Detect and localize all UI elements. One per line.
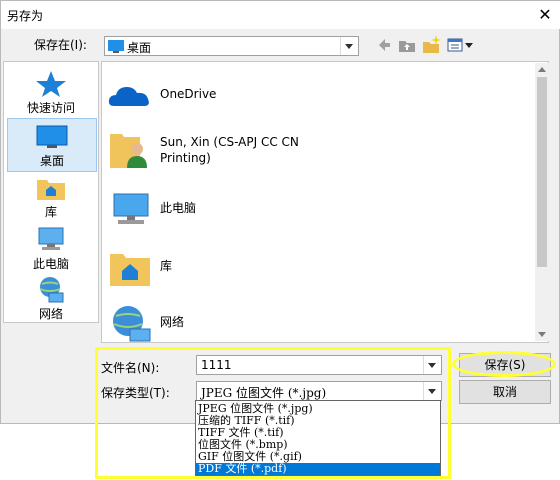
list-item[interactable]: 此电脑 [108,186,408,232]
place-this-pc[interactable]: 此电脑 [7,222,95,274]
window-title: 另存为 [7,9,44,23]
item-label-line1: Sun, Xin (CS-APJ CC CN [160,135,299,149]
item-label-line2: Printing) [160,151,211,165]
item-label: OneDrive [160,87,217,101]
scroll-down-arrow[interactable] [538,332,546,337]
list-item[interactable]: 库 [108,244,408,290]
computer-icon [113,193,149,224]
onedrive-cloud-icon [108,87,149,106]
library-folder-icon [110,254,150,286]
item-label: 此电脑 [160,201,197,215]
place-label: 此电脑 [32,257,69,271]
chevron-down-icon[interactable] [340,37,358,55]
user-folder-icon [110,134,147,168]
desktop-icon [36,125,68,148]
place-label: 桌面 [39,154,64,168]
up-folder-icon[interactable] [398,35,416,55]
star-icon [36,71,66,97]
save-in-value: 桌面 [127,41,152,55]
place-label: 快速访问 [26,101,75,115]
highlight-rectangle [95,347,451,479]
view-menu-icon[interactable] [447,35,475,55]
library-folder-icon [37,180,65,200]
list-item[interactable]: Sun, Xin (CS-APJ CC CN Printing) [108,126,408,180]
highlight-ellipse [452,351,556,377]
places-bar: 快速访问 桌面 库 此电脑 网络 [3,61,99,323]
list-item[interactable]: 网络 [108,300,408,346]
save-in-label: 保存在(I): [34,38,87,52]
scroll-up-arrow[interactable] [538,67,546,72]
place-libraries[interactable]: 库 [7,170,95,222]
file-list: OneDrive Sun, Xin (CS-APJ CC CN Printing… [101,61,549,343]
save-in-dropdown[interactable]: 桌面 [104,36,359,56]
item-label: Sun, Xin (CS-APJ CC CN Printing) [160,134,299,166]
scroll-thumb[interactable] [537,77,547,267]
place-label: 网络 [38,307,63,321]
list-item[interactable]: OneDrive [108,72,408,118]
network-icon [113,306,151,342]
item-label: 网络 [160,315,185,329]
close-icon[interactable]: ✕ [533,4,557,26]
place-label: 库 [44,205,57,219]
place-quick-access[interactable]: 快速访问 [7,66,95,118]
item-label: 库 [160,259,173,273]
network-icon [39,277,64,303]
place-desktop[interactable]: 桌面 [7,118,97,172]
back-arrow-icon[interactable] [377,35,391,55]
title-bar: 另存为 ✕ [1,1,560,29]
place-network[interactable]: 网络 [7,272,95,324]
computer-icon [38,227,64,250]
desktop-icon [108,40,124,53]
file-list-scrollbar[interactable] [535,63,549,341]
new-folder-icon[interactable] [422,35,442,55]
cancel-button[interactable]: 取消 [459,380,551,404]
